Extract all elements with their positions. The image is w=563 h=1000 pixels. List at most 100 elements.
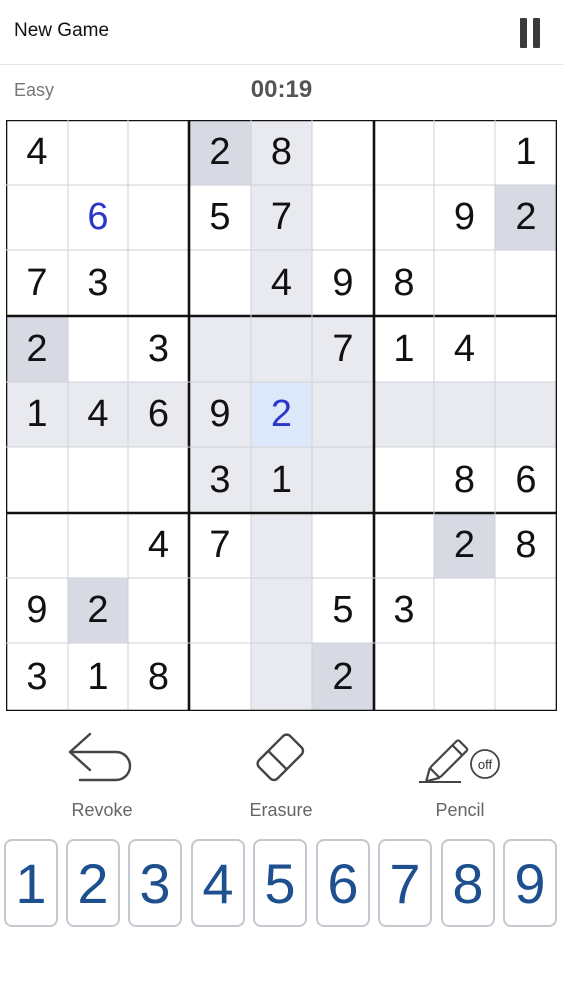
sudoku-cell-r3-c5[interactable]: 4: [251, 250, 312, 316]
sudoku-cell-r9-c3[interactable]: 8: [128, 643, 189, 711]
new-game-button[interactable]: New Game: [14, 20, 109, 42]
sudoku-cell-r4-c4[interactable]: [189, 316, 251, 382]
sudoku-cell-r2-c8[interactable]: 9: [434, 185, 495, 250]
sudoku-cell-r5-c1[interactable]: 1: [6, 382, 68, 447]
number-key-4[interactable]: 4: [191, 839, 245, 927]
sudoku-cell-r1-c8[interactable]: [434, 120, 495, 185]
number-key-1[interactable]: 1: [4, 839, 58, 927]
number-key-7[interactable]: 7: [378, 839, 432, 927]
sudoku-cell-r9-c9[interactable]: [495, 643, 557, 711]
sudoku-cell-r5-c5[interactable]: 2: [251, 382, 312, 447]
number-key-8[interactable]: 8: [441, 839, 495, 927]
sudoku-cell-r6-c7[interactable]: [374, 447, 434, 513]
sudoku-cell-r1-c7[interactable]: [374, 120, 434, 185]
sudoku-cell-r7-c6[interactable]: [312, 513, 374, 578]
revoke-button[interactable]: Revoke: [32, 728, 172, 821]
sudoku-cell-r3-c8[interactable]: [434, 250, 495, 316]
sudoku-cell-r4-c1[interactable]: 2: [6, 316, 68, 382]
sudoku-cell-r9-c4[interactable]: [189, 643, 251, 711]
sudoku-cell-r5-c7[interactable]: [374, 382, 434, 447]
sudoku-cell-r4-c3[interactable]: 3: [128, 316, 189, 382]
sudoku-cell-r6-c4[interactable]: 3: [189, 447, 251, 513]
erasure-label: Erasure: [249, 800, 313, 820]
sudoku-cell-r2-c2[interactable]: 6: [68, 185, 128, 250]
sudoku-cell-r8-c2[interactable]: 2: [68, 578, 128, 643]
game-timer: 00:19: [250, 76, 313, 103]
sudoku-cell-r7-c5[interactable]: [251, 513, 312, 578]
sudoku-cell-r8-c3[interactable]: [128, 578, 189, 643]
sudoku-cell-r3-c2[interactable]: 3: [68, 250, 128, 316]
sudoku-cell-r7-c2[interactable]: [68, 513, 128, 578]
sudoku-cell-r6-c1[interactable]: [6, 447, 68, 513]
sudoku-cell-r3-c4[interactable]: [189, 250, 251, 316]
number-key-2[interactable]: 2: [66, 839, 120, 927]
sudoku-cell-r7-c8[interactable]: 2: [434, 513, 495, 578]
sudoku-cell-r8-c4[interactable]: [189, 578, 251, 643]
sudoku-cell-r9-c7[interactable]: [374, 643, 434, 711]
number-key-3[interactable]: 3: [128, 839, 182, 927]
sudoku-cell-r8-c7[interactable]: 3: [374, 578, 434, 643]
number-key-9[interactable]: 9: [503, 839, 557, 927]
sudoku-cell-r9-c1[interactable]: 3: [6, 643, 68, 711]
sudoku-cell-r4-c8[interactable]: 4: [434, 316, 495, 382]
sudoku-cell-r8-c1[interactable]: 9: [6, 578, 68, 643]
sudoku-cell-r6-c3[interactable]: [128, 447, 189, 513]
sudoku-cell-r3-c3[interactable]: [128, 250, 189, 316]
revoke-label: Revoke: [71, 800, 133, 820]
sudoku-cell-r5-c4[interactable]: 9: [189, 382, 251, 447]
sudoku-cell-r1-c5[interactable]: 8: [251, 120, 312, 185]
sudoku-cell-r1-c3[interactable]: [128, 120, 189, 185]
sudoku-cell-r4-c9[interactable]: [495, 316, 557, 382]
sudoku-cell-r2-c5[interactable]: 7: [251, 185, 312, 250]
sudoku-cell-r7-c4[interactable]: 7: [189, 513, 251, 578]
sudoku-cell-r3-c6[interactable]: 9: [312, 250, 374, 316]
sudoku-cell-r8-c8[interactable]: [434, 578, 495, 643]
sudoku-cell-r1-c6[interactable]: [312, 120, 374, 185]
pencil-label: Pencil: [435, 800, 485, 820]
sudoku-cell-r2-c6[interactable]: [312, 185, 374, 250]
sudoku-cell-r6-c6[interactable]: [312, 447, 374, 513]
sudoku-cell-r7-c3[interactable]: 4: [128, 513, 189, 578]
sudoku-cell-r5-c6[interactable]: [312, 382, 374, 447]
sudoku-cell-r8-c5[interactable]: [251, 578, 312, 643]
sudoku-cell-r9-c5[interactable]: [251, 643, 312, 711]
sudoku-cell-r2-c4[interactable]: 5: [189, 185, 251, 250]
sudoku-cell-r2-c1[interactable]: [6, 185, 68, 250]
sudoku-cell-r2-c9[interactable]: 2: [495, 185, 557, 250]
sudoku-cell-r3-c7[interactable]: 8: [374, 250, 434, 316]
sudoku-cell-r6-c5[interactable]: 1: [251, 447, 312, 513]
sudoku-cell-r1-c1[interactable]: 4: [6, 120, 68, 185]
sudoku-cell-r1-c9[interactable]: 1: [495, 120, 557, 185]
number-key-5[interactable]: 5: [253, 839, 307, 927]
erasure-button[interactable]: Erasure: [211, 728, 351, 821]
sudoku-cell-r4-c5[interactable]: [251, 316, 312, 382]
sudoku-cell-r9-c2[interactable]: 1: [68, 643, 128, 711]
sudoku-cell-r6-c9[interactable]: 6: [495, 447, 557, 513]
sudoku-cell-r3-c1[interactable]: 7: [6, 250, 68, 316]
sudoku-cell-r5-c8[interactable]: [434, 382, 495, 447]
sudoku-cell-r9-c6[interactable]: 2: [312, 643, 374, 711]
sudoku-cell-r5-c9[interactable]: [495, 382, 557, 447]
sudoku-cell-r7-c7[interactable]: [374, 513, 434, 578]
sudoku-cell-r6-c8[interactable]: 8: [434, 447, 495, 513]
sudoku-cell-r2-c3[interactable]: [128, 185, 189, 250]
sudoku-cell-r8-c6[interactable]: 5: [312, 578, 374, 643]
sudoku-cell-r1-c2[interactable]: [68, 120, 128, 185]
undo-arrow-icon: [68, 732, 132, 782]
sudoku-cell-r6-c2[interactable]: [68, 447, 128, 513]
sudoku-cell-r5-c2[interactable]: 4: [68, 382, 128, 447]
sudoku-cell-r4-c6[interactable]: 7: [312, 316, 374, 382]
pencil-toggle-button[interactable]: off Pencil: [390, 728, 530, 821]
sudoku-cell-r4-c2[interactable]: [68, 316, 128, 382]
sudoku-cell-r5-c3[interactable]: 6: [128, 382, 189, 447]
sudoku-cell-r1-c4[interactable]: 2: [189, 120, 251, 185]
sudoku-cell-r7-c9[interactable]: 8: [495, 513, 557, 578]
sudoku-cell-r2-c7[interactable]: [374, 185, 434, 250]
sudoku-cell-r3-c9[interactable]: [495, 250, 557, 316]
sudoku-cell-r8-c9[interactable]: [495, 578, 557, 643]
sudoku-cell-r4-c7[interactable]: 1: [374, 316, 434, 382]
sudoku-cell-r9-c8[interactable]: [434, 643, 495, 711]
sudoku-cell-r7-c1[interactable]: [6, 513, 68, 578]
pause-icon[interactable]: [518, 18, 542, 48]
number-key-6[interactable]: 6: [316, 839, 370, 927]
